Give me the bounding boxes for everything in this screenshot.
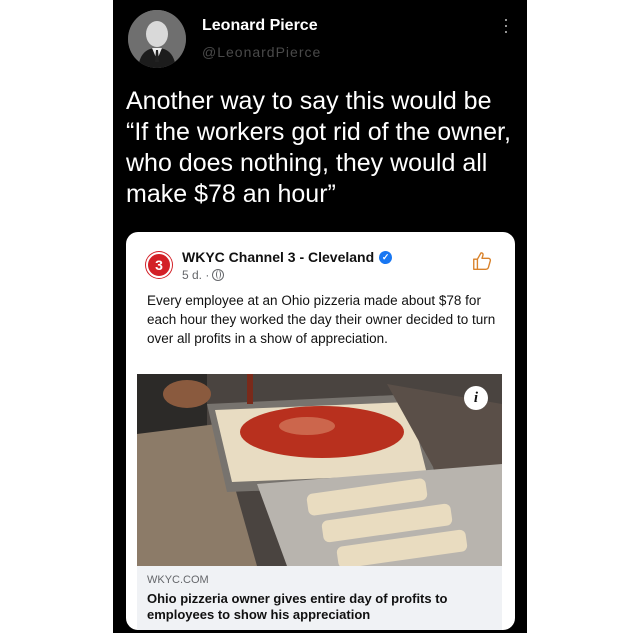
link-title[interactable]: Ohio pizzeria owner gives entire day of …: [147, 591, 487, 623]
page-name-label: WKYC Channel 3 - Cleveland: [182, 249, 375, 265]
author-handle: @LeonardPierce: [202, 44, 322, 60]
info-icon[interactable]: i: [464, 386, 488, 410]
facebook-post-card[interactable]: 3 WKYC Channel 3 - Cleveland ✓ 5 d. · Ev…: [126, 232, 515, 630]
pizza-image: [137, 374, 502, 566]
tweet-screen: Leonard Pierce @LeonardPierce · · · Anothe…: [113, 0, 527, 633]
author-name[interactable]: Leonard Pierce: [202, 17, 318, 35]
globe-icon: [212, 269, 225, 281]
verified-badge-icon: ✓: [379, 250, 393, 264]
post-meta: 5 d. ·: [182, 268, 225, 282]
like-icon[interactable]: [471, 250, 493, 272]
author-photo: [128, 10, 186, 68]
pizza-photo[interactable]: i: [137, 374, 502, 566]
link-preview[interactable]: WKYC.COM Ohio pizzeria owner gives entir…: [137, 566, 502, 630]
tweet-text: Another way to say this would be “If the…: [126, 87, 511, 208]
station-logo[interactable]: 3: [146, 252, 172, 278]
post-caption: Every employee at an Ohio pizzeria made …: [147, 293, 496, 346]
link-domain: WKYC.COM: [147, 574, 209, 586]
author-avatar[interactable]: [128, 10, 186, 68]
vertical-ellipsis-icon[interactable]: · · ·: [501, 10, 511, 40]
post-time: 5 d. ·: [182, 268, 210, 282]
page-name[interactable]: WKYC Channel 3 - Cleveland ✓: [182, 249, 393, 265]
